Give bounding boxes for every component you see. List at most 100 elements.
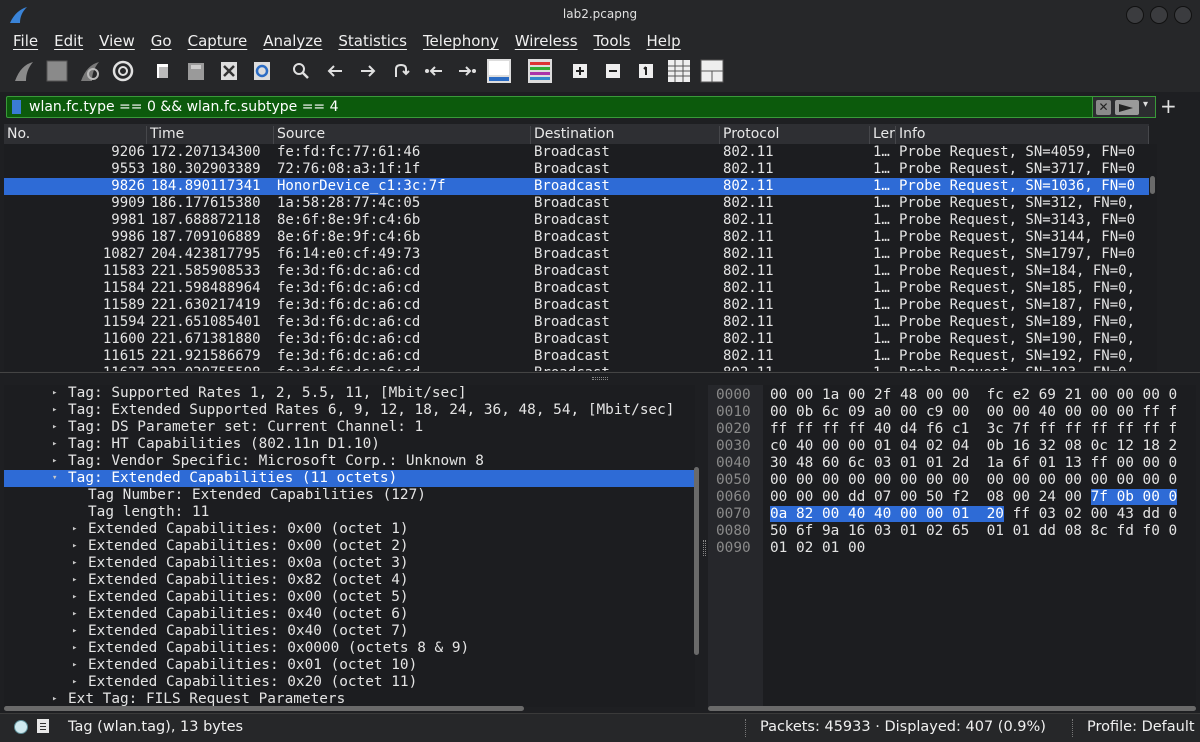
- menu-go[interactable]: Go: [143, 29, 180, 54]
- display-filter-input[interactable]: wlan.fc.type == 0 && wlan.fc.subtype == …: [29, 99, 339, 115]
- capture-options-icon[interactable]: [110, 58, 136, 84]
- collapsed-arrow-icon[interactable]: ▸: [72, 657, 82, 674]
- hex-bytes[interactable]: c0 40 00 00 01 04 02 04 0b 16 32 08 0c 1…: [770, 438, 1177, 454]
- packet-row[interactable]: 11584 221.598488964 fe:3d:f6:dc:a6:cd Broad…: [4, 280, 1149, 297]
- packet-row[interactable]: 11600 221.671381880 fe:3d:f6:dc:a6:cd Broad…: [4, 331, 1149, 348]
- menu-wireless[interactable]: Wireless: [507, 29, 586, 54]
- hex-bytes[interactable]: 01 02 01 00: [770, 540, 865, 556]
- hex-bytes[interactable]: 00 00 1a 00 2f 48 00 00 fc e2 69 21 00 0…: [770, 387, 1177, 403]
- detail-tree-item[interactable]: ▸ Extended Capabilities: 0x00 (octet 1): [4, 521, 695, 538]
- column-info[interactable]: Info: [896, 126, 1149, 144]
- autoscroll-icon[interactable]: [486, 58, 512, 84]
- hex-bytes[interactable]: 00 00 00 dd 07 00 50 f2 08 00 24 00 7f 0…: [770, 489, 1178, 505]
- bookmark-icon[interactable]: [12, 100, 21, 114]
- layout-icon[interactable]: [699, 58, 725, 84]
- collapsed-arrow-icon[interactable]: ▸: [72, 555, 82, 572]
- hex-bytes-segment[interactable]: 00 00 00 dd 07 00 50 f2 08 00 24 00: [770, 489, 1091, 505]
- menu-file[interactable]: File: [5, 29, 46, 54]
- collapsed-arrow-icon[interactable]: ▸: [52, 419, 62, 436]
- detail-tree-item[interactable]: ▸ Ext Tag: FILS Request Parameters: [4, 691, 695, 707]
- expanded-arrow-icon[interactable]: ▾: [52, 470, 62, 487]
- menu-telephony[interactable]: Telephony: [415, 29, 507, 54]
- collapsed-arrow-icon[interactable]: ▸: [72, 538, 82, 555]
- stop-capture-icon[interactable]: [44, 58, 70, 84]
- menu-tools[interactable]: Tools: [586, 29, 639, 54]
- packet-row[interactable]: 9826 184.890117341 HonorDevice_c1:3c:7f Bro…: [4, 178, 1149, 195]
- detail-tree-item[interactable]: ▸ Tag: Supported Rates 1, 2, 5.5, 11, [Mb…: [4, 385, 695, 402]
- detail-tree-item[interactable]: ▸ Tag: DS Parameter set: Current Channel:…: [4, 419, 695, 436]
- column-protocol[interactable]: Protocol: [720, 126, 870, 144]
- detail-tree-item[interactable]: ▸ Tag: Vendor Specific: Microsoft Corp.: …: [4, 453, 695, 470]
- column-destination[interactable]: Destination: [531, 126, 720, 144]
- menu-statistics[interactable]: Statistics: [330, 29, 415, 54]
- packet-row[interactable]: 9981 187.688872118 8e:6f:8e:9f:c4:6b Broadc…: [4, 212, 1149, 229]
- details-scroll-thumb[interactable]: [694, 467, 699, 655]
- save-file-icon[interactable]: [183, 58, 209, 84]
- collapsed-arrow-icon[interactable]: ▸: [72, 521, 82, 538]
- details-scrollbar[interactable]: [693, 385, 700, 707]
- chevron-down-icon[interactable]: ▾: [1143, 99, 1148, 110]
- detail-tree-item[interactable]: ▸ Extended Capabilities: 0x01 (octet 10): [4, 657, 695, 674]
- hex-bytes[interactable]: 50 6f 9a 16 03 01 02 65 01 01 dd 08 8c f…: [770, 523, 1177, 539]
- menu-help[interactable]: Help: [638, 29, 688, 54]
- hex-bytes[interactable]: 0a 82 00 40 40 00 00 01 20 ff 03 02 00 4…: [770, 506, 1177, 522]
- column-no[interactable]: No.: [4, 126, 147, 144]
- packet-row[interactable]: 9206 172.207134300 fe:fd:fc:77:61:46 Broadc…: [4, 144, 1149, 161]
- packet-bytes-pane[interactable]: 0000 00 00 1a 00 2f 48 00 00 fc e2 69 21 …: [708, 385, 1196, 707]
- detail-tree-item[interactable]: ▸ Extended Capabilities: 0x20 (octet 11): [4, 674, 695, 691]
- packet-row[interactable]: 9986 187.709106889 8e:6f:8e:9f:c4:6b Broadc…: [4, 229, 1149, 246]
- packet-row[interactable]: 9553 180.302903389 72:76:08:a3:1f:1f Broadc…: [4, 161, 1149, 178]
- capture-comment-icon[interactable]: [37, 719, 49, 733]
- shark-fin-start-icon[interactable]: [11, 58, 37, 84]
- status-divider[interactable]: [1072, 719, 1073, 737]
- collapsed-arrow-icon[interactable]: ▸: [52, 436, 62, 453]
- column-time[interactable]: Time: [147, 126, 274, 144]
- detail-tree-item[interactable]: ▸ Extended Capabilities: 0x00 (octet 2): [4, 538, 695, 555]
- packet-row[interactable]: 11627 222.020755598fe:3d:f6:dc:a6:cdBroad…: [4, 365, 1149, 371]
- column-source[interactable]: Source: [274, 126, 531, 144]
- collapsed-arrow-icon[interactable]: ▸: [72, 623, 82, 640]
- zoom-in-icon[interactable]: [567, 58, 593, 84]
- reload-file-icon[interactable]: [249, 58, 275, 84]
- collapsed-arrow-icon[interactable]: ▸: [52, 402, 62, 419]
- collapsed-arrow-icon[interactable]: ▸: [72, 640, 82, 657]
- detail-tree-item[interactable]: ▸ Extended Capabilities: 0x40 (octet 7): [4, 623, 695, 640]
- splitter-grip-vertical[interactable]: [703, 540, 706, 556]
- collapsed-arrow-icon[interactable]: ▸: [72, 674, 82, 691]
- detail-tree-item[interactable]: ▸ Tag: HT Capabilities (802.11n D1.10): [4, 436, 695, 453]
- detail-tree-item[interactable]: Tag length: 11: [4, 504, 695, 521]
- close-file-icon[interactable]: [216, 58, 242, 84]
- minimize-button[interactable]: [1126, 6, 1144, 24]
- restart-capture-icon[interactable]: [77, 58, 103, 84]
- details-horizontal-scrollbar[interactable]: [4, 706, 524, 711]
- selected-bytes[interactable]: 0a 82 00 40 40 00 00 01 20: [770, 506, 1004, 522]
- detail-tree-item[interactable]: Tag Number: Extended Capabilities (127): [4, 487, 695, 504]
- colorize-icon[interactable]: [527, 58, 553, 84]
- display-filter-bar[interactable]: wlan.fc.type == 0 && wlan.fc.subtype == …: [6, 96, 1156, 118]
- packet-row[interactable]: 11615 221.921586679 fe:3d:f6:dc:a6:cd Broad…: [4, 348, 1149, 365]
- packet-row[interactable]: 10827 204.423817795 f6:14:e0:cf:49:73 Broad…: [4, 246, 1149, 263]
- packet-list-scrollbar[interactable]: [1149, 144, 1157, 371]
- zoom-out-icon[interactable]: [600, 58, 626, 84]
- clear-filter-button[interactable]: ✕: [1096, 100, 1111, 115]
- open-file-icon[interactable]: [150, 58, 176, 84]
- selected-bytes[interactable]: 7f 0b 00 0: [1090, 489, 1178, 505]
- menu-edit[interactable]: Edit: [46, 29, 91, 54]
- collapsed-arrow-icon[interactable]: ▸: [72, 606, 82, 623]
- collapsed-arrow-icon[interactable]: ▸: [72, 572, 82, 589]
- hex-bytes[interactable]: ff ff ff ff 40 d4 f6 c1 3c 7f ff ff ff f…: [770, 421, 1177, 437]
- collapsed-arrow-icon[interactable]: ▸: [72, 589, 82, 606]
- collapsed-arrow-icon[interactable]: ▸: [52, 691, 62, 707]
- hex-bytes[interactable]: 00 00 00 00 00 00 00 00 00 00 00 00 00 0…: [770, 472, 1177, 488]
- expert-info-indicator-icon[interactable]: [14, 720, 28, 734]
- packet-row[interactable]: 11594 221.651085401 fe:3d:f6:dc:a6:cd Broad…: [4, 314, 1149, 331]
- packet-row[interactable]: 9909 186.177615380 1a:58:28:77:4c:05 Broadc…: [4, 195, 1149, 212]
- detail-tree-item[interactable]: ▸ Extended Capabilities: 0x40 (octet 6): [4, 606, 695, 623]
- resize-columns-icon[interactable]: [666, 58, 692, 84]
- collapsed-arrow-icon[interactable]: ▸: [52, 453, 62, 470]
- go-forward-icon[interactable]: [355, 58, 381, 84]
- hex-bytes[interactable]: 30 48 60 6c 03 01 01 2d 1a 6f 01 13 ff 0…: [770, 455, 1177, 471]
- packet-list-scroll-thumb[interactable]: [1150, 176, 1155, 194]
- hex-bytes[interactable]: 00 0b 6c 09 a0 00 c9 00 00 00 40 00 00 0…: [770, 404, 1177, 420]
- detail-tree-item[interactable]: ▸ Extended Capabilities: 0x0000 (octets 8…: [4, 640, 695, 657]
